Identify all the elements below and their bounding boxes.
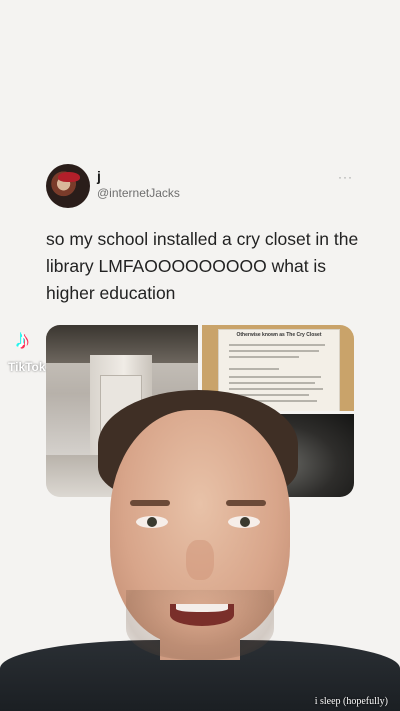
tiktok-logo-icon: ♪ [16, 324, 29, 354]
sign-title: Otherwise known as The Cry Closet [236, 332, 322, 338]
video-person [0, 390, 400, 711]
left-pupil [147, 517, 157, 527]
sign-line [229, 344, 325, 346]
avatar-hat [58, 172, 80, 182]
tiktok-watermark: TikTok [8, 360, 46, 374]
teeth [176, 604, 228, 612]
sign-line [229, 382, 315, 384]
ellipsis-icon[interactable]: ··· [338, 170, 353, 184]
handle[interactable]: @internetJacks [97, 186, 180, 200]
right-eyebrow [226, 500, 266, 506]
nose [186, 540, 214, 580]
sign-line [229, 368, 279, 370]
avatar[interactable] [46, 164, 90, 208]
left-eyebrow [130, 500, 170, 506]
right-pupil [240, 517, 250, 527]
video-caption: i sleep (hopefully) [314, 696, 388, 707]
sign-line [229, 376, 321, 378]
sign-line [229, 356, 299, 358]
sign-line [229, 350, 319, 352]
display-name[interactable]: j [97, 168, 101, 184]
tweet-text: so my school installed a cry closet in t… [46, 229, 359, 303]
tweet-card: j @internetJacks ··· so my school instal… [0, 0, 400, 711]
